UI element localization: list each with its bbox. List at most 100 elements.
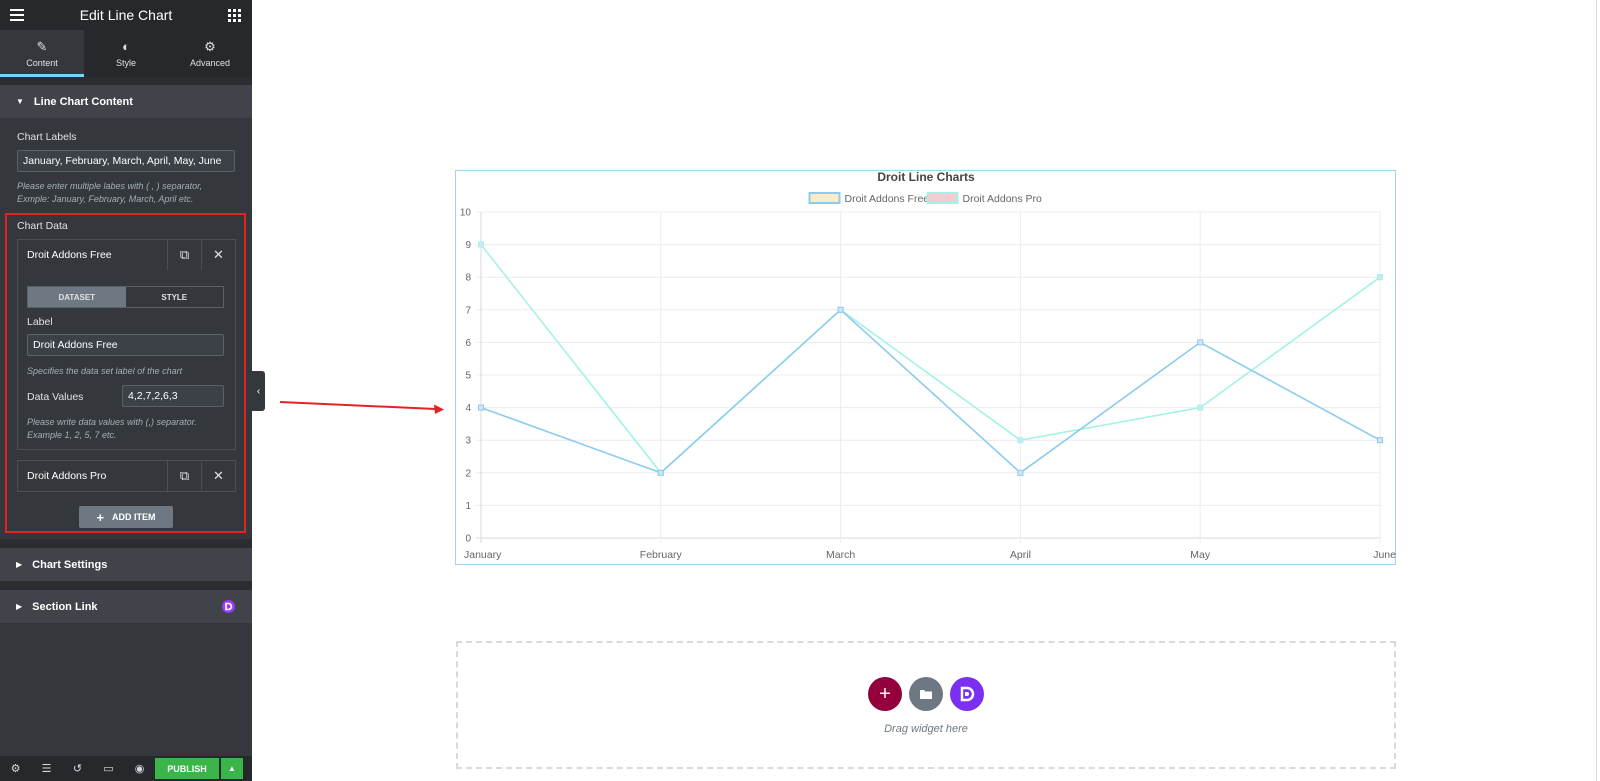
data-point [478,404,484,411]
x-tick-label: May [1190,549,1211,561]
dataset-style-switch: DATASET STYLE [27,286,224,308]
line-chart: Droit Line Charts Droit Addons Free Droit … [460,170,1396,561]
drag-widget-hint: Drag widget here [884,723,968,735]
legend-label-0: Droit Addons Free [845,193,930,205]
red-arrow-annotation [279,401,444,414]
data-point [1197,339,1204,346]
data-point [657,469,664,476]
tab-style-label: Style [115,57,136,68]
dataset-tab[interactable]: DATASET [28,287,126,307]
widgets-grid-icon[interactable] [226,6,244,24]
section-separator [0,77,252,85]
repeater-item-free: Droit Addons Free ⧉ ✕ [17,239,236,271]
y-tick-label: 5 [465,371,471,382]
data-values-label: Data Values [27,391,84,403]
data-values-description: Please write data values with (,) separa… [27,416,232,441]
tab-advanced[interactable]: ⚙ Advanced [168,30,252,77]
legend-swatch-1 [926,192,959,204]
dataset-label-input[interactable]: Droit Addons Free [27,334,224,356]
section-section-link-label: Section Link [32,600,98,613]
y-tick-label: 6 [465,338,471,349]
data-values-input[interactable]: 4,2,7,2,6,3 [122,385,224,407]
data-point [837,306,844,313]
data-point [1377,437,1383,444]
x-tick-label: January [464,549,502,561]
publish-options-icon[interactable]: ▲ [221,758,243,779]
add-item-label: ADD ITEM [112,512,156,522]
empty-section-dropzone[interactable]: + Drag widget here [456,641,1396,769]
caret-right-icon: ▶ [16,602,23,611]
panel-tabs: ✎ Content ◐ Style ⚙ Advanced [0,30,252,77]
repeater-item-pro-label[interactable]: Droit Addons Pro [18,470,167,482]
data-point [1017,437,1024,444]
section-chart-settings-label: Chart Settings [32,558,108,571]
editor-panel: Edit Line Chart ✎ Content ◐ Style ⚙ Adva… [0,0,252,781]
panel-header: Edit Line Chart [0,0,252,30]
x-tick-label: February [640,549,683,561]
chart-title: Droit Line Charts [877,171,975,184]
y-tick-label: 4 [465,403,471,414]
plus-icon: + [96,509,105,525]
data-values-desc-line-2: Example 1, 2, 5, 7 etc. [27,429,117,440]
legend-swatch-0 [808,192,841,204]
dataset-label-description: Specifies the data set label of the char… [27,366,183,376]
chart-data-label: Chart Data [17,220,68,232]
history-icon[interactable]: ↺ [62,762,93,775]
duplicate-icon[interactable]: ⧉ [167,461,201,491]
chart-labels-desc-line-2: Exmple: January, February, March, April … [17,193,194,204]
chart-labels-input[interactable]: January, February, March, April, May, Ju… [17,150,235,172]
section-separator [0,539,252,548]
plus-icon: + [879,683,891,705]
section-chart-settings[interactable]: ▶ Chart Settings [0,548,252,581]
layers-icon[interactable]: ☰ [31,762,62,775]
panel-title: Edit Line Chart [79,7,173,23]
droit-library-button[interactable] [950,677,984,711]
panel-footer: ⚙ ☰ ↺ ▭ ◉ PUBLISH ▲ [0,756,252,781]
add-template-button[interactable] [909,677,943,711]
preview-eye-icon[interactable]: ◉ [124,762,155,775]
y-tick-label: 10 [460,208,472,219]
data-values-desc-line-1: Please write data values with (,) separa… [27,417,197,427]
series-line-1 [480,244,1381,474]
publish-button[interactable]: PUBLISH [155,758,219,779]
folder-icon [920,690,932,699]
half-circle-icon: ◐ [122,38,130,54]
close-icon[interactable]: ✕ [201,461,235,491]
section-line-chart-content-label: Line Chart Content [33,95,133,108]
y-tick-label: 3 [465,436,471,447]
add-item-button[interactable]: + ADD ITEM [79,506,173,528]
y-tick-label: 8 [465,273,471,284]
data-point [1197,404,1204,411]
settings-icon[interactable]: ⚙ [0,762,31,775]
page-scrollbar[interactable] [1596,0,1597,781]
x-tick-label: June [1373,549,1396,561]
section-line-chart-content[interactable]: ▼ Line Chart Content [0,85,252,118]
responsive-icon[interactable]: ▭ [93,762,124,775]
chart-labels-desc-line-1: Please enter multiple labes with ( , ) s… [17,181,203,191]
close-icon[interactable]: ✕ [201,240,235,270]
droit-logo-icon [960,686,975,702]
repeater-item-pro: Droit Addons Pro ⧉ ✕ [17,460,236,492]
caret-right-icon: ▶ [16,560,23,569]
tab-content-label: Content [26,57,58,68]
repeater-item-free-label[interactable]: Droit Addons Free [18,249,167,261]
tab-style[interactable]: ◐ Style [84,30,168,77]
style-tab[interactable]: STYLE [126,287,224,307]
data-point [1377,274,1383,281]
dataset-label-label: Label [27,316,53,328]
data-point [1017,469,1024,476]
series-line-0 [480,308,1381,474]
droit-logo-icon [222,600,235,613]
y-tick-label: 1 [465,501,471,512]
tab-content[interactable]: ✎ Content [0,30,84,77]
x-tick-label: April [1010,549,1031,561]
section-section-link[interactable]: ▶ Section Link [0,590,252,623]
add-section-button[interactable]: + [868,677,902,711]
pencil-icon: ✎ [36,38,48,54]
collapse-panel-icon[interactable]: ‹ [252,371,265,411]
line-chart-widget[interactable]: Droit Line Charts Droit Addons Free Droit … [455,170,1396,565]
y-tick-label: 0 [465,534,471,545]
hamburger-menu-icon[interactable] [8,6,26,24]
duplicate-icon[interactable]: ⧉ [167,240,201,270]
chart-labels-description: Please enter multiple labes with ( , ) s… [17,180,239,205]
